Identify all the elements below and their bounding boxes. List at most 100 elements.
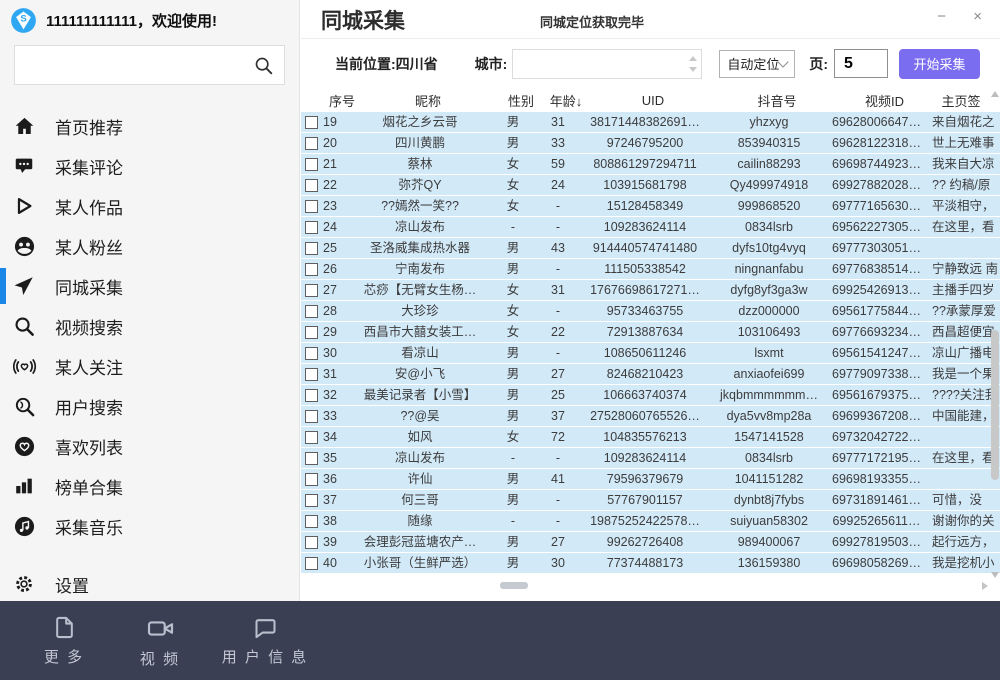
table-row[interactable]: 38随缘--19875252422578…suiyuan583026992526… [301, 511, 1000, 531]
sidebar-item-comments[interactable]: 采集评论 [0, 146, 299, 186]
scroll-up-icon[interactable] [991, 91, 999, 97]
row-checkbox[interactable] [305, 221, 318, 234]
cell-sex: 女 [491, 301, 535, 321]
locate-mode-select[interactable]: 自动定位 [719, 50, 795, 78]
row-checkbox[interactable] [305, 137, 318, 150]
row-checkbox[interactable] [305, 494, 318, 507]
cell-sig: ????关注我 [924, 385, 1000, 405]
column-header[interactable]: 抖音号 [717, 91, 837, 110]
sidebar-item-home[interactable]: 首页推荐 [0, 106, 299, 146]
sidebar-item-rankings[interactable]: 榜单合集 [0, 466, 299, 506]
table-row[interactable]: 30看凉山男-108650611246lsxmt69561541247…凉山广播… [301, 343, 1000, 363]
row-checkbox[interactable] [305, 347, 318, 360]
table-row[interactable]: 27芯痧【无臂女生杨…女3117676698617271…dyfg8yf3ga3… [301, 280, 1000, 300]
horizontal-scroll-thumb[interactable] [500, 582, 528, 589]
cell-nick: 安@小飞 [349, 364, 491, 384]
table-row[interactable]: 36许仙男4179596379679104115128269698193355… [301, 469, 1000, 489]
row-checkbox[interactable] [305, 263, 318, 276]
row-checkbox[interactable] [305, 158, 318, 171]
column-header[interactable]: 昵称 [357, 91, 499, 110]
row-checkbox[interactable] [305, 326, 318, 339]
horizontal-scrollbar[interactable] [309, 581, 990, 591]
row-checkbox-cell [301, 364, 321, 384]
row-checkbox[interactable] [305, 200, 318, 213]
table-row[interactable]: 37何三哥男-57767901157dynbt8j7fybs6973189146… [301, 490, 1000, 510]
column-header[interactable]: 性别 [499, 91, 543, 110]
row-checkbox[interactable] [305, 452, 318, 465]
cell-nick: 烟花之乡云哥 [349, 112, 491, 132]
row-checkbox[interactable] [305, 431, 318, 444]
table-row[interactable]: 24凉山发布--1092836241140834lsrb69562227305…… [301, 217, 1000, 237]
bottom-bar-item-more[interactable]: 更 多 [34, 614, 94, 667]
sidebar-item-likes[interactable]: 喜欢列表 [0, 426, 299, 466]
table-row[interactable]: 32最美记录者【小雪】男25106663740374jkqbmmmmmm…695… [301, 385, 1000, 405]
table-row[interactable]: 34如风女72104835576213154714152869732042722… [301, 427, 1000, 447]
table-row[interactable]: 20四川黄鹏男339724679520085394031569628122318… [301, 133, 1000, 153]
search-input[interactable] [15, 46, 284, 84]
cell-dy: 103106493 [709, 322, 829, 342]
bottom-bar-item-user-info[interactable]: 用 户 信 息 [220, 614, 310, 667]
main-panel: 同城采集 同城定位获取完毕 − × 当前位置:四川省 城市: 自动定位 页: 开… [301, 0, 1000, 601]
row-checkbox[interactable] [305, 284, 318, 297]
table-row[interactable]: 35凉山发布--1092836241140834lsrb69777172195…… [301, 448, 1000, 468]
city-input[interactable] [513, 50, 701, 78]
column-header[interactable]: 主页签 [932, 91, 990, 110]
row-checkbox[interactable] [305, 389, 318, 402]
sidebar-item-works[interactable]: 某人作品 [0, 186, 299, 226]
table-row[interactable]: 23??嫣然一笑??女-1512845834999986852069777165… [301, 196, 1000, 216]
row-checkbox[interactable] [305, 557, 318, 570]
table-row[interactable]: 29西昌市大囍女装工…女2272913887634103106493697766… [301, 322, 1000, 342]
sidebar-item-fans[interactable]: 某人粉丝 [0, 226, 299, 266]
vertical-scrollbar[interactable] [990, 88, 1000, 582]
row-checkbox[interactable] [305, 536, 318, 549]
spinner-down-icon[interactable] [689, 67, 697, 72]
table-row[interactable]: 40小张哥（生鲜严选）男3077374488173136159380696980… [301, 553, 1000, 573]
row-checkbox[interactable] [305, 179, 318, 192]
table-row[interactable]: 25圣洛威集成热水器男43914440574741480dyfs10tg4vyq… [301, 238, 1000, 258]
controls-bar: 当前位置:四川省 城市: 自动定位 页: 开始采集 [301, 39, 1000, 88]
row-checkbox[interactable] [305, 242, 318, 255]
table-row[interactable]: 39会理彭冠蓝塘农产…男2799262726408989400067699278… [301, 532, 1000, 552]
table-row[interactable]: 31安@小飞男2782468210423anxiaofei69969779097… [301, 364, 1000, 384]
row-checkbox[interactable] [305, 515, 318, 528]
sidebar-item-follows[interactable]: 某人关注 [0, 346, 299, 386]
table-row[interactable]: 22弥芥QY女24103915681798Qy49997491869927882… [301, 175, 1000, 195]
sidebar-item-video-search[interactable]: 视频搜索 [0, 306, 299, 346]
bottom-bar: 更 多视 频用 户 信 息 [0, 601, 1000, 680]
cell-sig: 我是一个果 [924, 364, 1000, 384]
cell-sig: 在这里，看 [924, 448, 1000, 468]
cell-nick: 随缘 [349, 511, 491, 531]
start-collect-button[interactable]: 开始采集 [899, 49, 980, 79]
row-checkbox[interactable] [305, 368, 318, 381]
search-icon[interactable] [253, 55, 275, 82]
scroll-down-icon[interactable] [991, 572, 999, 578]
sidebar-item-settings[interactable]: 设置 [0, 564, 299, 604]
cell-sex: 男 [491, 490, 535, 510]
cell-sig [924, 427, 1000, 447]
table-row[interactable]: 21蔡林女59808861297294711cailin882936969874… [301, 154, 1000, 174]
spinner-up-icon[interactable] [689, 56, 697, 61]
sidebar-item-city-collect[interactable]: 同城采集 [0, 266, 299, 306]
table-row[interactable]: 19烟花之乡云哥男3138171448382691…yhzxyg69628006… [301, 112, 1000, 132]
minimize-button[interactable]: − [937, 7, 946, 27]
column-header[interactable]: UID [589, 93, 717, 108]
sidebar-item-user-search[interactable]: 用户搜索 [0, 386, 299, 426]
row-checkbox[interactable] [305, 116, 318, 129]
table-row[interactable]: 28大珍珍女-95733463755dzz00000069561775844…?… [301, 301, 1000, 321]
row-checkbox[interactable] [305, 305, 318, 318]
column-header[interactable]: 年龄↓ [543, 91, 589, 110]
row-checkbox[interactable] [305, 473, 318, 486]
column-header[interactable]: 序号 [329, 91, 357, 110]
row-checkbox[interactable] [305, 410, 318, 423]
cell-no: 29 [321, 322, 349, 342]
bottom-bar-item-video[interactable]: 视 频 [130, 614, 190, 669]
page-input[interactable] [834, 49, 888, 78]
table-row[interactable]: 33??@吴男3727528060765526…dya5vv8mp28a6969… [301, 406, 1000, 426]
close-button[interactable]: × [973, 7, 982, 27]
table-row[interactable]: 26宁南发布男-111505338542ningnanfabu697768385… [301, 259, 1000, 279]
column-header[interactable]: 视频ID [837, 91, 932, 110]
cell-dy: 853940315 [709, 133, 829, 153]
sidebar-item-music[interactable]: 采集音乐 [0, 506, 299, 546]
scroll-right-icon[interactable] [982, 582, 988, 590]
vertical-scroll-thumb[interactable] [991, 330, 999, 480]
